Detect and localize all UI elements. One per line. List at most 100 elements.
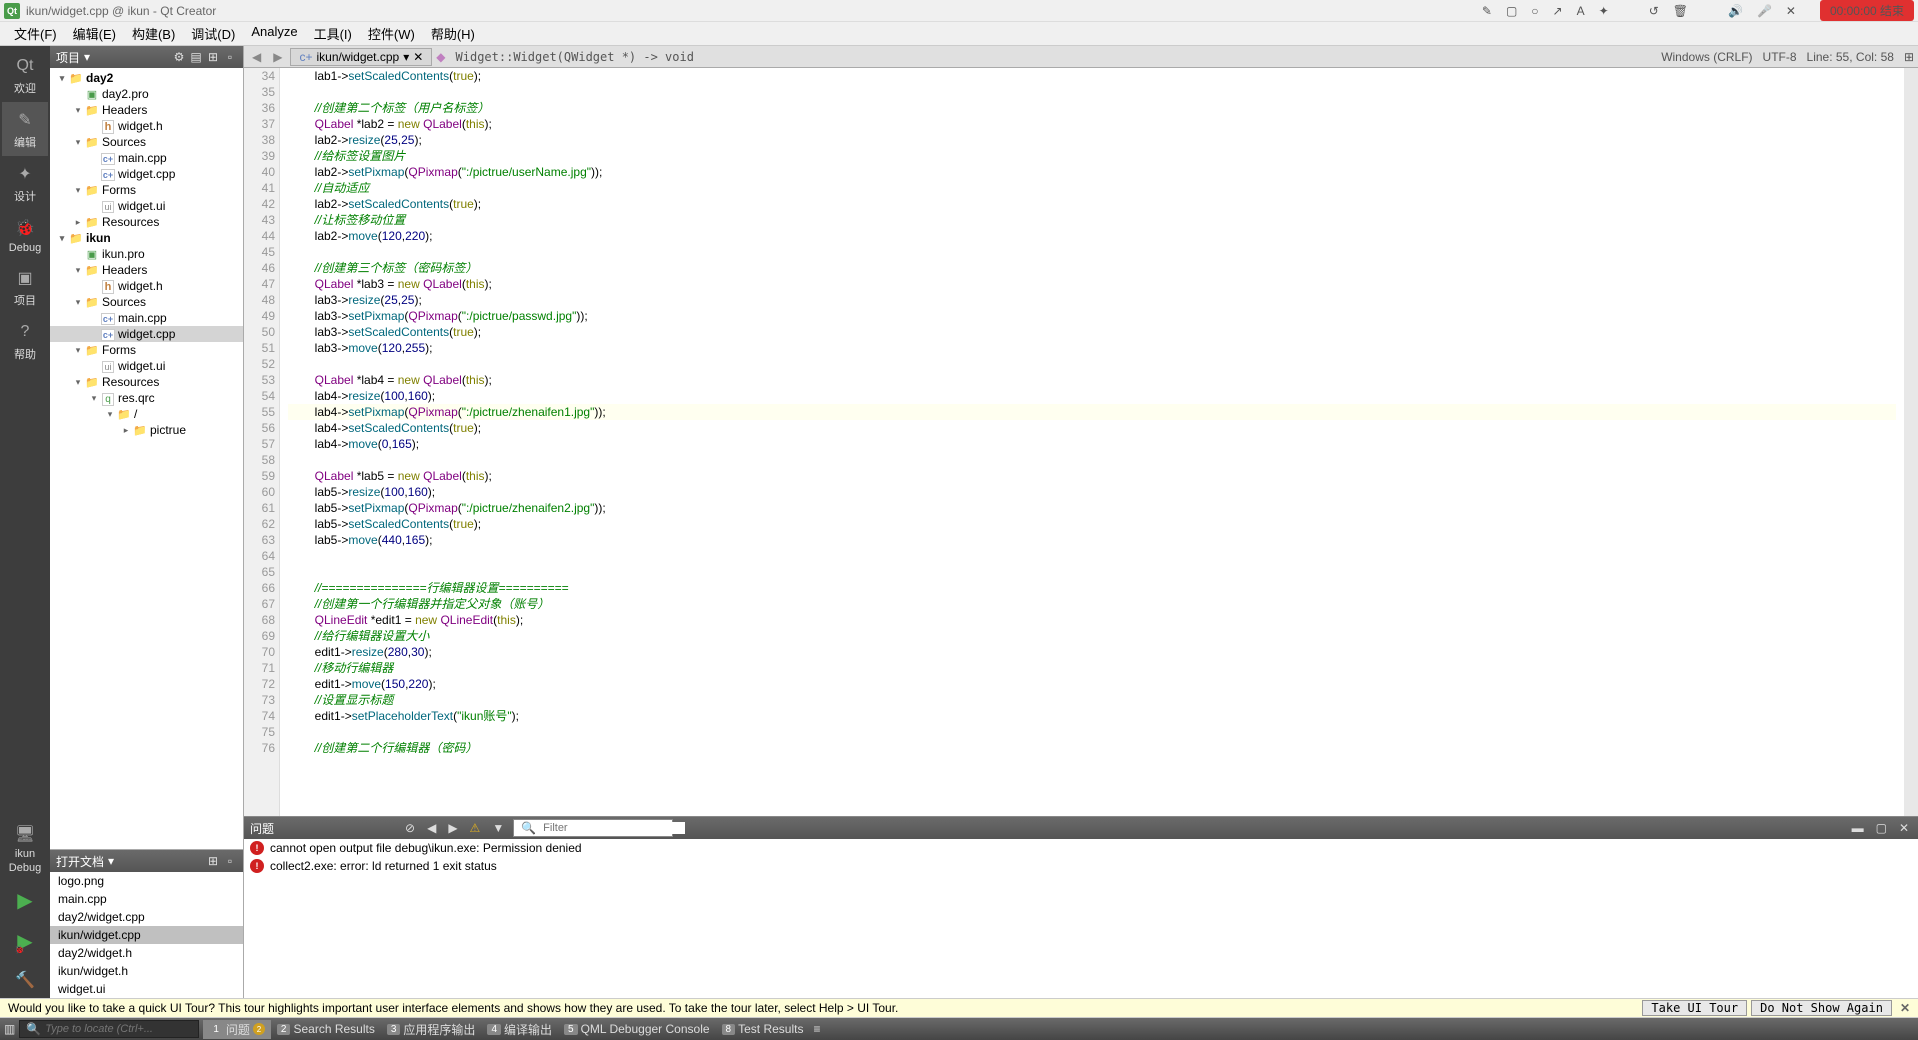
dropdown-icon[interactable]: ▾ [84, 50, 90, 64]
output-tab[interactable]: 5QML Debugger Console [558, 1020, 716, 1039]
filter-input[interactable]: 🔍 [513, 819, 673, 837]
more-icon[interactable]: ≡ [813, 1022, 820, 1036]
output-tab[interactable]: 4编译输出 [481, 1020, 558, 1039]
tree-item[interactable]: main.cpp [50, 310, 243, 326]
project-tree[interactable]: ▾day2day2.pro▾Headerswidget.h▾Sourcesmai… [50, 68, 243, 849]
dropdown-icon[interactable]: ▾ [403, 50, 409, 64]
code-content[interactable]: lab1->setScaledContents(true); //创建第二个标签… [280, 68, 1904, 816]
mode-设计[interactable]: ✦设计 [2, 156, 48, 210]
mode-帮助[interactable]: ?帮助 [2, 314, 48, 368]
open-doc-item[interactable]: ikun/widget.h [50, 962, 243, 980]
toggle-sidebar-icon[interactable]: ▥ [4, 1022, 15, 1036]
minimize-icon[interactable]: ▬ [1849, 821, 1867, 835]
next-issue-icon[interactable]: ▶ [445, 821, 460, 835]
menu-item[interactable]: 构建(B) [124, 22, 183, 45]
tree-item[interactable]: ▾Headers [50, 102, 243, 118]
split-editor-icon[interactable]: ⊞ [1904, 50, 1914, 64]
issue-item[interactable]: !cannot open output file debug\ikun.exe:… [244, 839, 1918, 857]
chevron-icon[interactable]: ▾ [56, 233, 68, 244]
close-panel-icon[interactable]: ▫ [223, 50, 237, 64]
menu-item[interactable]: 工具(I) [306, 22, 360, 45]
encoding[interactable]: UTF-8 [1763, 50, 1797, 64]
output-tab[interactable]: 2Search Results [271, 1020, 381, 1039]
end-recording-button[interactable]: 00:00:00 结束 [1820, 0, 1914, 21]
chevron-icon[interactable]: ▾ [72, 137, 84, 148]
symbol-breadcrumb[interactable]: Widget::Widget(QWidget *) -> void [456, 50, 694, 64]
open-doc-item[interactable]: widget.ui [50, 980, 243, 998]
issues-list[interactable]: !cannot open output file debug\ikun.exe:… [244, 839, 1918, 998]
tree-item[interactable]: widget.h [50, 118, 243, 134]
tree-item[interactable]: ▾Forms [50, 342, 243, 358]
filter-icon[interactable]: ⚙ [172, 50, 186, 64]
code-editor[interactable]: 3435363738394041424344454647484950515253… [244, 68, 1918, 816]
locator[interactable]: 🔍 [19, 1020, 199, 1038]
menu-item[interactable]: 控件(W) [360, 22, 423, 45]
close-infobar-icon[interactable]: ✕ [1900, 1001, 1910, 1015]
dropdown-icon[interactable]: ▾ [108, 854, 114, 868]
output-tab[interactable]: 3应用程序输出 [381, 1020, 482, 1039]
tree-item[interactable]: widget.h [50, 278, 243, 294]
chevron-icon[interactable]: ▾ [88, 393, 100, 404]
menu-item[interactable]: 文件(F) [6, 22, 65, 45]
chevron-icon[interactable]: ▾ [56, 73, 68, 84]
chevron-icon[interactable]: ▾ [104, 409, 116, 420]
chevron-icon[interactable]: ▸ [72, 217, 84, 228]
run-button[interactable]: ▶ [17, 880, 32, 921]
tree-item[interactable]: widget.ui [50, 198, 243, 214]
tree-item[interactable]: ▾day2 [50, 70, 243, 86]
chevron-icon[interactable]: ▾ [72, 297, 84, 308]
chevron-icon[interactable]: ▾ [72, 105, 84, 116]
open-doc-item[interactable]: main.cpp [50, 890, 243, 908]
output-tab[interactable]: 1问题2 [203, 1020, 271, 1039]
arrow-icon[interactable]: ↗ [1553, 4, 1563, 18]
chevron-icon[interactable]: ▾ [72, 377, 84, 388]
locator-input[interactable] [45, 1023, 192, 1035]
open-doc-item[interactable]: logo.png [50, 872, 243, 890]
tree-item[interactable]: ▾Forms [50, 182, 243, 198]
tree-item[interactable]: widget.ui [50, 358, 243, 374]
tree-item[interactable]: widget.cpp [50, 326, 243, 342]
target-selector[interactable]: 🖥 ikun Debug [2, 816, 48, 880]
square-icon[interactable]: ▢ [1506, 4, 1517, 18]
open-doc-item[interactable]: ikun/widget.cpp [50, 926, 243, 944]
close-panel-icon[interactable]: ▫ [223, 854, 237, 868]
take-tour-button[interactable]: Take UI Tour [1642, 1000, 1747, 1016]
line-ending[interactable]: Windows (CRLF) [1661, 50, 1752, 64]
tree-item[interactable]: main.cpp [50, 150, 243, 166]
open-doc-item[interactable]: day2/widget.cpp [50, 908, 243, 926]
menu-item[interactable]: Analyze [243, 22, 305, 45]
tree-item[interactable]: ▾Resources [50, 374, 243, 390]
mic-off-icon[interactable]: 🎤 [1757, 4, 1772, 18]
trash-icon[interactable]: 🗑 [1673, 4, 1688, 18]
menu-item[interactable]: 帮助(H) [423, 22, 483, 45]
maximize-icon[interactable]: ▢ [1873, 821, 1890, 835]
tree-item[interactable]: ▾/ [50, 406, 243, 422]
filter-funnel-icon[interactable]: ▼ [489, 821, 507, 835]
close-issues-icon[interactable]: ✕ [1896, 821, 1912, 835]
chevron-icon[interactable]: ▾ [72, 345, 84, 356]
chevron-icon[interactable]: ▸ [120, 425, 132, 436]
tree-item[interactable]: ▾Sources [50, 134, 243, 150]
mode-欢迎[interactable]: Qt欢迎 [2, 48, 48, 102]
split-icon[interactable]: ⊞ [206, 50, 220, 64]
wand-icon[interactable]: ✦ [1599, 4, 1609, 18]
run-debug-button[interactable]: ▶🐞 [17, 921, 32, 962]
open-docs-list[interactable]: logo.pngmain.cppday2/widget.cppikun/widg… [50, 872, 243, 998]
file-tab[interactable]: c+ ikun/widget.cpp ▾ ✕ [290, 48, 432, 66]
menu-item[interactable]: 编辑(E) [65, 22, 124, 45]
tree-item[interactable]: ▾Sources [50, 294, 243, 310]
text-icon[interactable]: A [1577, 4, 1585, 18]
tree-item[interactable]: ▾res.qrc [50, 390, 243, 406]
do-not-show-button[interactable]: Do Not Show Again [1751, 1000, 1892, 1016]
clear-icon[interactable]: ⊘ [402, 821, 418, 835]
scrollbar[interactable] [1904, 68, 1918, 816]
tree-item[interactable]: ▾ikun [50, 230, 243, 246]
mode-编辑[interactable]: ✎编辑 [2, 102, 48, 156]
split-icon[interactable]: ⊞ [206, 854, 220, 868]
sync-icon[interactable]: ▤ [189, 50, 203, 64]
prev-issue-icon[interactable]: ◀ [424, 821, 439, 835]
warning-filter-icon[interactable]: ⚠ [467, 821, 484, 835]
tree-item[interactable]: ikun.pro [50, 246, 243, 262]
close-tab-icon[interactable]: ✕ [413, 50, 423, 64]
close-icon[interactable]: ✕ [1786, 4, 1796, 18]
